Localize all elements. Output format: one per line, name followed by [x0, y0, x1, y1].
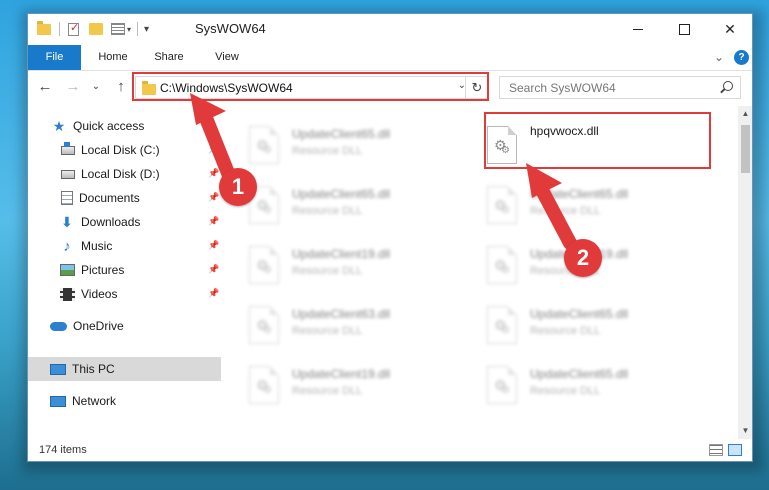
step-1-badge: 1 [219, 168, 257, 206]
annotation-arrows [190, 93, 577, 250]
step-2-badge: 2 [564, 239, 602, 277]
arrow-1 [190, 93, 237, 185]
arrow-2 [526, 163, 577, 250]
